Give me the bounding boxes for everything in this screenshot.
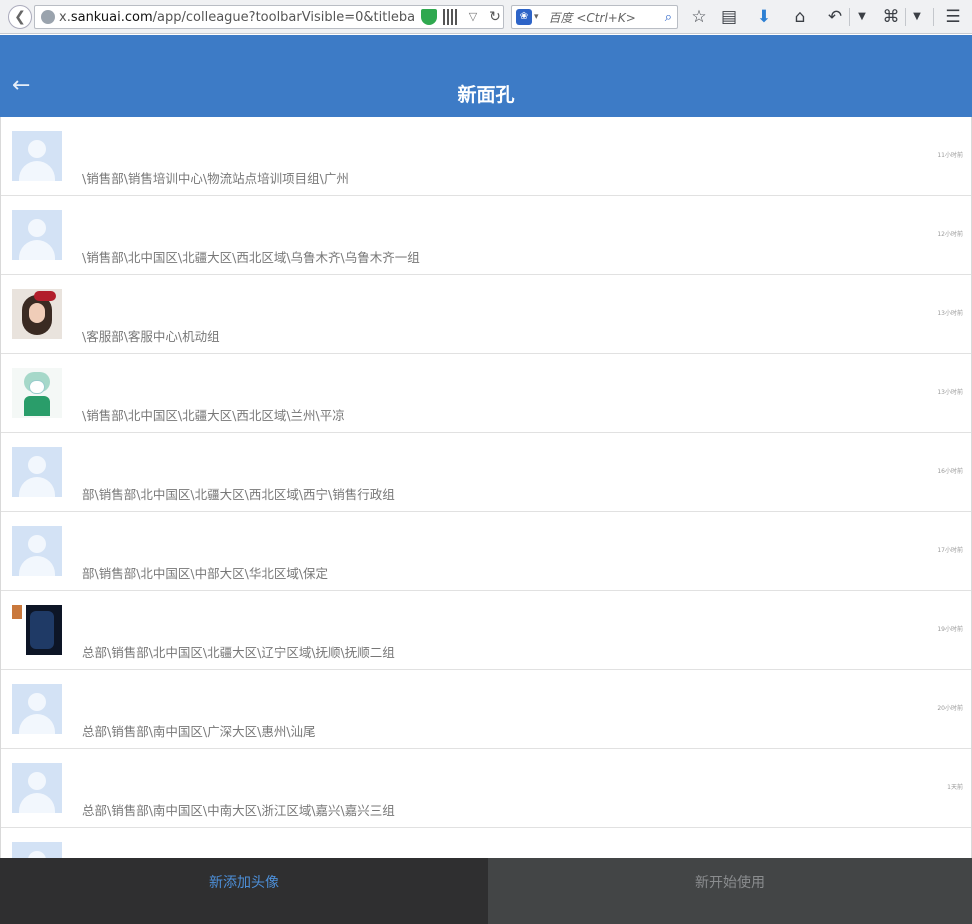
colleague-department: 总部\销售部\北中国区\北疆大区\辽宁区域\抚顺\抚顺二组 (82, 645, 395, 660)
join-time: 13小时前 (937, 389, 963, 396)
home-icon[interactable]: ⌂ (789, 6, 811, 28)
reload-icon[interactable]: ↻ (487, 9, 503, 25)
join-time: 17小时前 (937, 547, 963, 554)
join-time: 12小时前 (937, 231, 963, 238)
join-time: 20小时前 (937, 705, 963, 712)
avatar[interactable] (12, 289, 62, 339)
toolbar-separator (849, 8, 850, 26)
app-header: ← 新面孔 (0, 35, 972, 117)
tab-new-users[interactable]: 新开始使用 (488, 858, 972, 924)
reading-list-icon[interactable]: ▤ (718, 6, 740, 28)
join-time: 16小时前 (937, 468, 963, 475)
avatar[interactable] (12, 447, 62, 497)
list-item[interactable]: 部\销售部\北中国区\中部大区\华北区域\保定 17小时前 (1, 512, 971, 591)
avatar[interactable] (12, 842, 62, 858)
qr-icon[interactable] (443, 9, 459, 25)
avatar[interactable] (12, 210, 62, 260)
colleague-department: 总部\销售部\南中国区\广深大区\惠州\汕尾 (82, 724, 316, 739)
avatar[interactable] (12, 368, 62, 418)
colleague-department: 部\销售部\北中国区\北疆大区\西北区域\西宁\销售行政组 (82, 487, 395, 502)
join-time: 19小时前 (937, 626, 963, 633)
url-bar[interactable]: x.sankuai.com/app/colleague?toolbarVisib… (34, 5, 504, 29)
colleague-department: \销售部\北中国区\北疆大区\西北区域\乌鲁木齐\乌鲁木齐一组 (82, 250, 420, 265)
star-icon[interactable]: ☆ (688, 6, 710, 28)
list-item[interactable]: 总部\销售部\南中国区\中南大区\浙江区域\嘉兴\嘉兴三组 1天前 (1, 749, 971, 828)
search-input[interactable]: 百度 <Ctrl+K> (549, 9, 665, 26)
chevron-down-icon[interactable]: ▽ (465, 9, 481, 25)
avatar[interactable] (12, 605, 62, 655)
list-item[interactable]: 部\销售部\北中国区\北疆大区\西北区域\西宁\销售行政组 16小时前 (1, 433, 971, 512)
engine-dropdown-icon[interactable]: ▾ (534, 12, 539, 22)
join-time: 1天前 (947, 784, 963, 791)
download-icon[interactable]: ⬇ (753, 6, 775, 28)
tab-new-avatar[interactable]: 新添加头像 (0, 858, 488, 924)
avatar[interactable] (12, 684, 62, 734)
chevron-down-icon[interactable]: ▼ (851, 6, 873, 28)
colleague-department: \客服部\客服中心\机动组 (82, 329, 220, 344)
bottom-tab-bar: 新添加头像 新开始使用 (0, 858, 972, 924)
chevron-down-icon[interactable]: ▼ (906, 6, 928, 28)
list-item[interactable]: 总部\销售部\北中国区\北疆大区\辽宁区域\抚顺\抚顺二组 19小时前 (1, 591, 971, 670)
list-item[interactable]: \销售部\北中国区\北疆大区\西北区域\乌鲁木齐\乌鲁木齐一组 12小时前 (1, 196, 971, 275)
colleague-department: \销售部\北中国区\北疆大区\西北区域\兰州\平凉 (82, 408, 345, 423)
list-item[interactable]: \销售部\销售培训中心\物流站点培训项目组\广州 11小时前 (1, 117, 971, 196)
toolbar-separator (933, 8, 934, 26)
avatar[interactable] (12, 131, 62, 181)
list-item[interactable] (1, 828, 971, 858)
undo-icon[interactable]: ↶ (824, 6, 846, 28)
crop-icon[interactable]: ⌘ (880, 6, 902, 28)
search-icon[interactable]: ⌕ (665, 10, 672, 25)
list-item[interactable]: \销售部\北中国区\北疆大区\西北区域\兰州\平凉 13小时前 (1, 354, 971, 433)
colleague-department: 部\销售部\北中国区\中部大区\华北区域\保定 (82, 566, 329, 581)
back-icon[interactable]: ❮ (8, 5, 32, 29)
browser-toolbar: ❮ x.sankuai.com/app/colleague?toolbarVis… (0, 0, 972, 34)
join-time: 13小时前 (937, 310, 963, 317)
url-text[interactable]: x.sankuai.com/app/colleague?toolbarVisib… (59, 10, 415, 25)
avatar[interactable] (12, 763, 62, 813)
avatar[interactable] (12, 526, 62, 576)
colleague-department: \销售部\销售培训中心\物流站点培训项目组\广州 (82, 171, 349, 186)
menu-icon[interactable]: ☰ (942, 6, 964, 28)
list-item[interactable]: 总部\销售部\南中国区\广深大区\惠州\汕尾 20小时前 (1, 670, 971, 749)
search-box[interactable]: ❀ ▾ 百度 <Ctrl+K> ⌕ (511, 5, 678, 29)
colleague-list[interactable]: \销售部\销售培训中心\物流站点培训项目组\广州 11小时前 \销售部\北中国区\北… (0, 117, 972, 858)
list-item[interactable]: \客服部\客服中心\机动组 13小时前 (1, 275, 971, 354)
page-title: 新面孔 (457, 84, 515, 106)
baidu-icon[interactable]: ❀ (516, 9, 532, 25)
join-time: 11小时前 (937, 152, 963, 159)
shield-icon[interactable] (421, 9, 437, 25)
globe-icon (41, 10, 55, 24)
colleague-department: 总部\销售部\南中国区\中南大区\浙江区域\嘉兴\嘉兴三组 (82, 803, 395, 818)
